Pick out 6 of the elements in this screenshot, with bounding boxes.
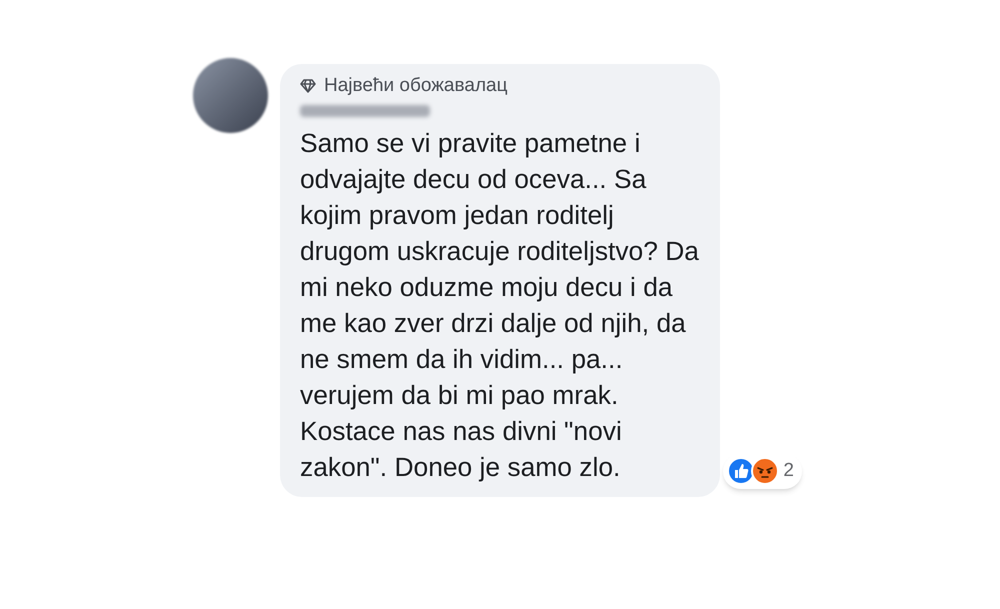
comment-text: Samo se vi pravite pametne i odvajajte decu od oceva... Sa kojim pravom jedan roditelj drugom uskracuje roditeljstvo? Da mi neko oduzme moju decu i da me kao zver drzi dalje od njih, da ne smem da ih vidim... pa... verujem da bi mi pao mrak.	[300, 126, 700, 412]
reactions-pill[interactable]: 2	[723, 454, 802, 488]
diamond-icon	[300, 79, 316, 94]
comment-text: Kostace nas nas divni "novi zakon". Doneo je samo zlo.	[300, 414, 623, 484]
angry-face-icon	[751, 457, 780, 486]
top-fan-label: Највећи обожавалац	[324, 74, 508, 98]
